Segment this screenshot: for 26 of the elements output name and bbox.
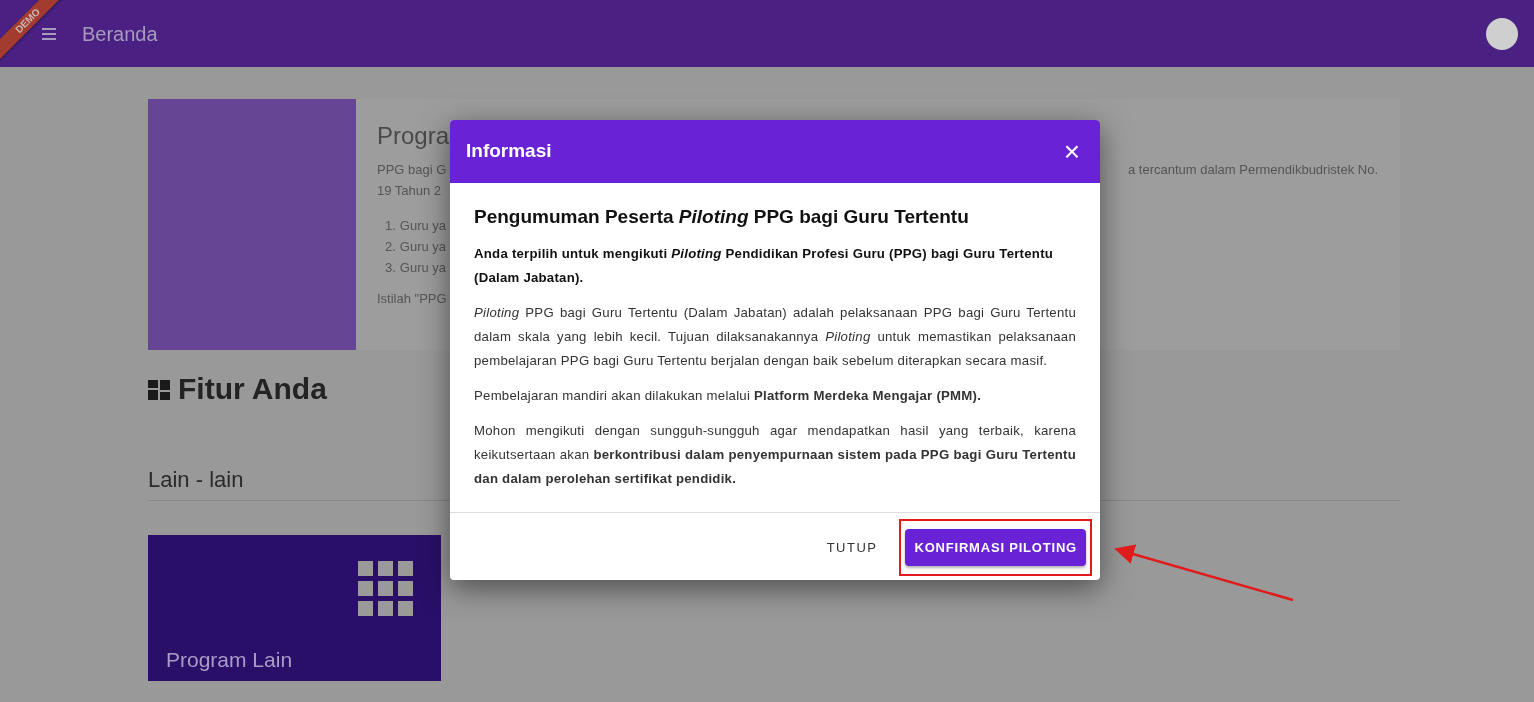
dialog-title: Informasi	[466, 139, 552, 164]
close-button[interactable]: ×	[1061, 137, 1082, 166]
list-item: Guru ya	[399, 238, 447, 256]
paragraph: Anda terpilih untuk mengikuti Piloting Pendidikan Profesi Guru (PPG) bagi Guru Tertentu (Dalam Jabatan).	[474, 244, 1055, 287]
list-number: 2.	[385, 238, 396, 256]
card-text: a tercantum dalam Permendikbudristek No.	[1128, 161, 1378, 179]
dialog-heading: Pengumuman Peserta Piloting PPG bagi Guru Tertentu	[474, 205, 970, 229]
feature-tile[interactable]: Program Lain	[148, 535, 441, 681]
page-title: Beranda	[82, 21, 158, 47]
paragraph: Piloting PPG bagi Guru Tertentu (Dalam Jabatan) adalah pelaksanaan PPG bagi Guru Tertentu dalam skala yang lebih kecil. Tujuan dilaksanakannya Piloting untuk memastikan pelaksanaan pembelajaran PPG bagi Guru Tertentu berjalan dengan baik sebelum diterapkan secara masif.	[474, 303, 1076, 370]
list-item: Guru ya	[399, 217, 447, 235]
list-number: 1.	[385, 217, 396, 235]
dashboard-icon	[148, 377, 170, 400]
close-text-button[interactable]: TUTUP	[826, 529, 878, 565]
avatar-icon[interactable]	[1486, 17, 1518, 50]
confirm-button[interactable]: KONFIRMASI PILOTING	[905, 528, 1086, 566]
list-item: Guru ya	[399, 259, 447, 277]
list-number: 3.	[385, 259, 396, 277]
card-text: 19 Tahun 2	[377, 182, 443, 200]
apps-icon	[358, 561, 413, 616]
menu-icon[interactable]	[42, 28, 56, 40]
card-text: Istilah "PPG	[377, 290, 448, 308]
section-heading: Fitur Anda	[178, 371, 327, 407]
card-text: PPG bagi G	[377, 161, 448, 179]
paragraph: Pembelajaran mandiri akan dilakukan melalui Platform Merdeka Mengajar (PMM).	[474, 386, 983, 405]
card-title: Progra	[377, 121, 450, 151]
